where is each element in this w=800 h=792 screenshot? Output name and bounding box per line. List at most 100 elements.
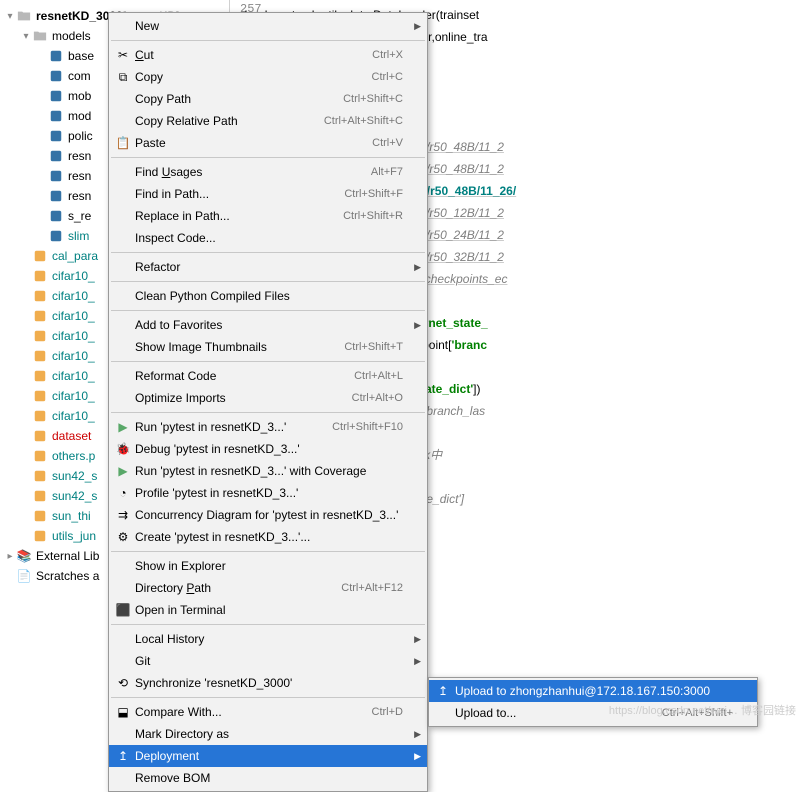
menu-debug[interactable]: 🐞Debug 'pytest in resnetKD_3...' xyxy=(109,438,427,460)
terminal-icon: ⬛ xyxy=(113,603,133,617)
tree-label: polic xyxy=(68,129,93,143)
folder-icon xyxy=(16,8,32,24)
tree-label: cifar10_ xyxy=(52,349,95,363)
tree-label: sun_thi xyxy=(52,509,91,523)
chevron-right-icon: ▶ xyxy=(414,751,421,762)
python-file-icon xyxy=(32,408,48,424)
tree-label: cifar10_ xyxy=(52,409,95,423)
menu-mark-dir[interactable]: Mark Directory as▶ xyxy=(109,723,427,745)
menu-find-in-path[interactable]: Find in Path...Ctrl+Shift+F xyxy=(109,183,427,205)
tree-label: s_re xyxy=(68,209,91,223)
menu-dir-path[interactable]: Directory PathCtrl+Alt+F12 xyxy=(109,577,427,599)
menu-clean-pyc[interactable]: Clean Python Compiled Files xyxy=(109,285,427,307)
menu-reformat[interactable]: Reformat CodeCtrl+Alt+L xyxy=(109,365,427,387)
deployment-icon: ↥ xyxy=(113,749,133,763)
menu-paste[interactable]: 📋PasteCtrl+V xyxy=(109,132,427,154)
debug-icon: 🐞 xyxy=(113,442,133,456)
menu-compare[interactable]: ⬓Compare With...Ctrl+D xyxy=(109,701,427,723)
menu-remove-bom[interactable]: Remove BOM xyxy=(109,767,427,789)
menu-synchronize[interactable]: ⟲Synchronize 'resnetKD_3000' xyxy=(109,672,427,694)
menu-run[interactable]: ▶Run 'pytest in resnetKD_3...'Ctrl+Shift… xyxy=(109,416,427,438)
cut-icon: ✂ xyxy=(113,48,133,62)
menu-show-thumbs[interactable]: Show Image ThumbnailsCtrl+Shift+T xyxy=(109,336,427,358)
chevron-right-icon: ▶ xyxy=(414,320,421,331)
tree-label: resn xyxy=(68,149,91,163)
profile-icon: ◔ xyxy=(113,486,133,500)
python-file-icon xyxy=(48,188,64,204)
python-file-icon xyxy=(32,448,48,464)
menu-cut[interactable]: ✂CutCtrl+X xyxy=(109,44,427,66)
python-file-icon xyxy=(48,88,64,104)
chevron-right-icon: ▶ xyxy=(414,634,421,645)
watermark: https://blog.csdn.net/wei… 博客园链接 xyxy=(609,702,796,718)
tree-label: others.p xyxy=(52,449,95,463)
python-file-icon xyxy=(48,48,64,64)
tree-label: cal_para xyxy=(52,249,98,263)
diagram-icon: ⇉ xyxy=(113,508,133,522)
python-file-icon xyxy=(48,168,64,184)
python-file-icon xyxy=(32,248,48,264)
tree-label: mod xyxy=(68,109,91,123)
python-file-icon xyxy=(32,428,48,444)
menu-local-history[interactable]: Local History▶ xyxy=(109,628,427,650)
python-file-icon xyxy=(32,488,48,504)
python-file-icon xyxy=(32,328,48,344)
submenu-upload[interactable]: ↥Upload to zhongzhanhui@172.18.167.150:3… xyxy=(429,680,757,702)
run-icon: ▶ xyxy=(113,420,133,434)
python-file-icon xyxy=(32,528,48,544)
tree-label: dataset xyxy=(52,429,91,443)
tree-label: base xyxy=(68,49,94,63)
menu-replace-in-path[interactable]: Replace in Path...Ctrl+Shift+R xyxy=(109,205,427,227)
menu-new[interactable]: New▶ xyxy=(109,15,427,37)
context-menu: New▶ ✂CutCtrl+X ⧉CopyCtrl+C Copy PathCtr… xyxy=(108,12,428,792)
menu-optimize[interactable]: Optimize ImportsCtrl+Alt+O xyxy=(109,387,427,409)
menu-create-config[interactable]: ⚙Create 'pytest in resnetKD_3...'... xyxy=(109,526,427,548)
gear-icon: ⚙ xyxy=(113,530,133,544)
python-file-icon xyxy=(32,308,48,324)
tree-label: models xyxy=(52,29,91,43)
menu-refactor[interactable]: Refactor▶ xyxy=(109,256,427,278)
menu-find-usages[interactable]: Find UsagesAlt+F7 xyxy=(109,161,427,183)
tree-label: sun42_s xyxy=(52,469,97,483)
expand-icon: ▾ xyxy=(4,11,16,22)
tree-label: cifar10_ xyxy=(52,329,95,343)
chevron-right-icon: ▶ xyxy=(414,656,421,667)
menu-profile[interactable]: ◔Profile 'pytest in resnetKD_3...' xyxy=(109,482,427,504)
python-file-icon xyxy=(32,368,48,384)
tree-label: resn xyxy=(68,169,91,183)
tree-label: slim xyxy=(68,229,89,243)
tree-label: cifar10_ xyxy=(52,269,95,283)
menu-concurrency[interactable]: ⇉Concurrency Diagram for 'pytest in resn… xyxy=(109,504,427,526)
python-file-icon xyxy=(48,208,64,224)
tree-label: cifar10_ xyxy=(52,309,95,323)
folder-icon xyxy=(32,28,48,44)
tree-label: cifar10_ xyxy=(52,369,95,383)
menu-deployment[interactable]: ↥Deployment▶ xyxy=(109,745,427,767)
python-file-icon xyxy=(32,348,48,364)
python-file-icon xyxy=(32,508,48,524)
menu-git[interactable]: Git▶ xyxy=(109,650,427,672)
menu-inspect[interactable]: Inspect Code... xyxy=(109,227,427,249)
chevron-right-icon: ▶ xyxy=(414,729,421,740)
tree-label: resn xyxy=(68,189,91,203)
python-file-icon xyxy=(32,388,48,404)
paste-icon: 📋 xyxy=(113,136,133,150)
tree-label: mob xyxy=(68,89,91,103)
expand-icon: ▸ xyxy=(4,551,16,562)
upload-icon: ↥ xyxy=(433,684,453,698)
python-file-icon xyxy=(32,468,48,484)
coverage-icon: ▶ xyxy=(113,464,133,478)
tree-label: utils_jun xyxy=(52,529,96,543)
menu-open-terminal[interactable]: ⬛Open in Terminal xyxy=(109,599,427,621)
python-file-icon xyxy=(48,128,64,144)
menu-run-coverage[interactable]: ▶Run 'pytest in resnetKD_3...' with Cove… xyxy=(109,460,427,482)
menu-copy-rel-path[interactable]: Copy Relative PathCtrl+Alt+Shift+C xyxy=(109,110,427,132)
python-file-icon xyxy=(48,68,64,84)
menu-add-favorites[interactable]: Add to Favorites▶ xyxy=(109,314,427,336)
python-file-icon xyxy=(32,268,48,284)
menu-copy[interactable]: ⧉CopyCtrl+C xyxy=(109,66,427,88)
scratch-icon: 📄 xyxy=(16,568,32,584)
menu-show-explorer[interactable]: Show in Explorer xyxy=(109,555,427,577)
tree-label: sun42_s xyxy=(52,489,97,503)
menu-copy-path[interactable]: Copy PathCtrl+Shift+C xyxy=(109,88,427,110)
